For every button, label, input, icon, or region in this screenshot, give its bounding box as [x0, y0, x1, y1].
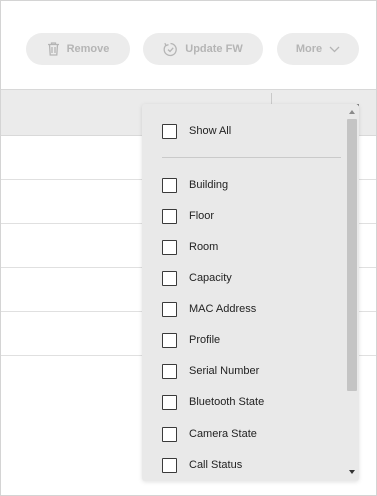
column-option-label: Serial Number: [189, 365, 260, 377]
column-checkbox[interactable]: [162, 332, 177, 348]
page-frame: Remove Update FW More Show All Building …: [0, 0, 377, 496]
column-checkbox[interactable]: [162, 270, 177, 286]
toolbar: Remove Update FW More: [1, 1, 376, 90]
scroll-down-arrow-icon[interactable]: [349, 470, 355, 474]
chevron-down-icon: [329, 46, 340, 53]
scroll-up-arrow-icon[interactable]: [349, 110, 355, 114]
update-fw-button[interactable]: Update FW: [143, 33, 263, 65]
column-option-mac-address[interactable]: MAC Address: [162, 300, 256, 318]
column-checkbox[interactable]: [162, 301, 177, 317]
show-all-option[interactable]: Show All: [162, 122, 231, 140]
column-checkbox[interactable]: [162, 239, 177, 255]
column-checkbox[interactable]: [162, 177, 177, 193]
column-option-camera-state[interactable]: Camera State: [162, 425, 257, 443]
column-option-label: MAC Address: [189, 303, 257, 315]
show-all-label: Show All: [189, 125, 232, 137]
column-option-call-status[interactable]: Call Status: [162, 456, 242, 474]
column-option-building[interactable]: Building: [162, 176, 228, 194]
more-button[interactable]: More: [277, 33, 359, 65]
refresh-clock-icon: [163, 42, 178, 57]
remove-button[interactable]: Remove: [26, 33, 130, 65]
column-option-label: Building: [189, 179, 229, 191]
column-option-bluetooth-state[interactable]: Bluetooth State: [162, 393, 264, 411]
remove-button-label: Remove: [66, 43, 110, 55]
column-option-label: Floor: [189, 210, 215, 222]
column-option-label: Bluetooth State: [189, 396, 265, 408]
column-checkbox[interactable]: [162, 394, 177, 410]
column-option-label: Profile: [189, 334, 221, 346]
column-option-label: Camera State: [189, 428, 257, 440]
update-fw-button-label: Update FW: [185, 43, 243, 55]
column-checkbox[interactable]: [162, 363, 177, 379]
column-checkbox[interactable]: [162, 208, 177, 224]
trash-icon: [47, 42, 60, 56]
column-option-floor[interactable]: Floor: [162, 207, 214, 225]
column-option-label: Call Status: [189, 459, 243, 471]
column-option-room[interactable]: Room: [162, 238, 218, 256]
column-option-serial-number[interactable]: Serial Number: [162, 362, 259, 380]
column-chooser-menu: Show All Building Floor Room Capacity MA…: [142, 104, 359, 481]
more-button-label: More: [295, 43, 323, 55]
column-option-label: Room: [189, 241, 219, 253]
column-option-profile[interactable]: Profile: [162, 331, 220, 349]
show-all-checkbox[interactable]: [162, 123, 177, 139]
column-option-label: Capacity: [189, 272, 232, 284]
scrollbar-thumb[interactable]: [347, 119, 357, 391]
menu-scrollbar[interactable]: [345, 104, 359, 481]
column-checkbox[interactable]: [162, 426, 177, 442]
column-option-capacity[interactable]: Capacity: [162, 269, 232, 287]
column-checkbox[interactable]: [162, 457, 177, 473]
menu-divider: [162, 157, 341, 158]
